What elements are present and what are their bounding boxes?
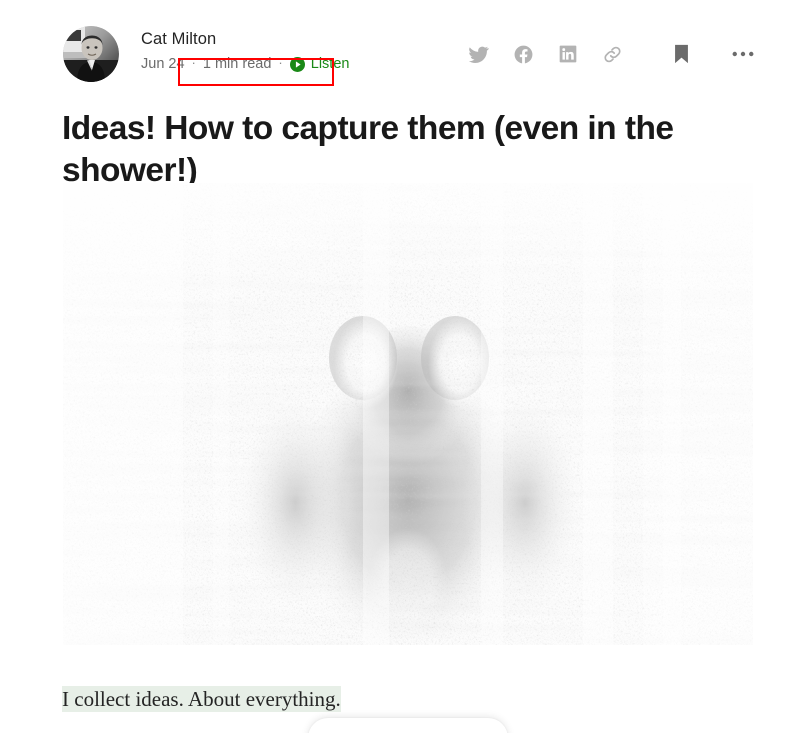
play-circle-icon [289, 56, 305, 72]
meta-separator: · [278, 55, 283, 70]
hero-photo [63, 183, 753, 645]
article-meta: Jun 24 · 1 min read · Listen [141, 54, 349, 74]
page-title: Ideas! How to capture them (even in the … [62, 110, 674, 189]
facebook-icon [514, 45, 533, 63]
link-icon [604, 46, 621, 62]
linkedin-icon [559, 45, 577, 63]
article-body-paragraph: I collect ideas. About everything. [62, 684, 752, 714]
linkedin-share-button[interactable] [558, 44, 578, 64]
meta-separator: · [191, 55, 196, 70]
twitter-share-button[interactable] [468, 44, 489, 65]
twitter-icon [468, 46, 489, 63]
share-buttons [468, 44, 623, 65]
ellipsis-icon [732, 51, 754, 57]
publish-date: Jun 24 [141, 56, 185, 72]
avatar[interactable] [63, 26, 119, 82]
user-avatar-photo [63, 26, 119, 82]
floating-toolbar-popup[interactable] [308, 718, 508, 733]
read-time: 1 min read [202, 56, 272, 72]
listen-label: Listen [310, 56, 350, 72]
article-actions [468, 43, 754, 65]
hero-image [63, 183, 753, 645]
listen-button[interactable]: Listen [289, 54, 350, 74]
highlighted-text[interactable]: I collect ideas. About everything. [62, 686, 341, 712]
bookmark-icon [675, 44, 688, 64]
copy-link-button[interactable] [602, 44, 623, 65]
byline-text: Cat Milton Jun 24 · 1 min read · Listen [141, 26, 349, 74]
bookmark-button[interactable] [673, 43, 690, 65]
facebook-share-button[interactable] [513, 44, 534, 65]
author-name[interactable]: Cat Milton [141, 28, 349, 50]
more-options-button[interactable] [732, 51, 754, 57]
article-page: Cat Milton Jun 24 · 1 min read · Listen [0, 0, 800, 733]
